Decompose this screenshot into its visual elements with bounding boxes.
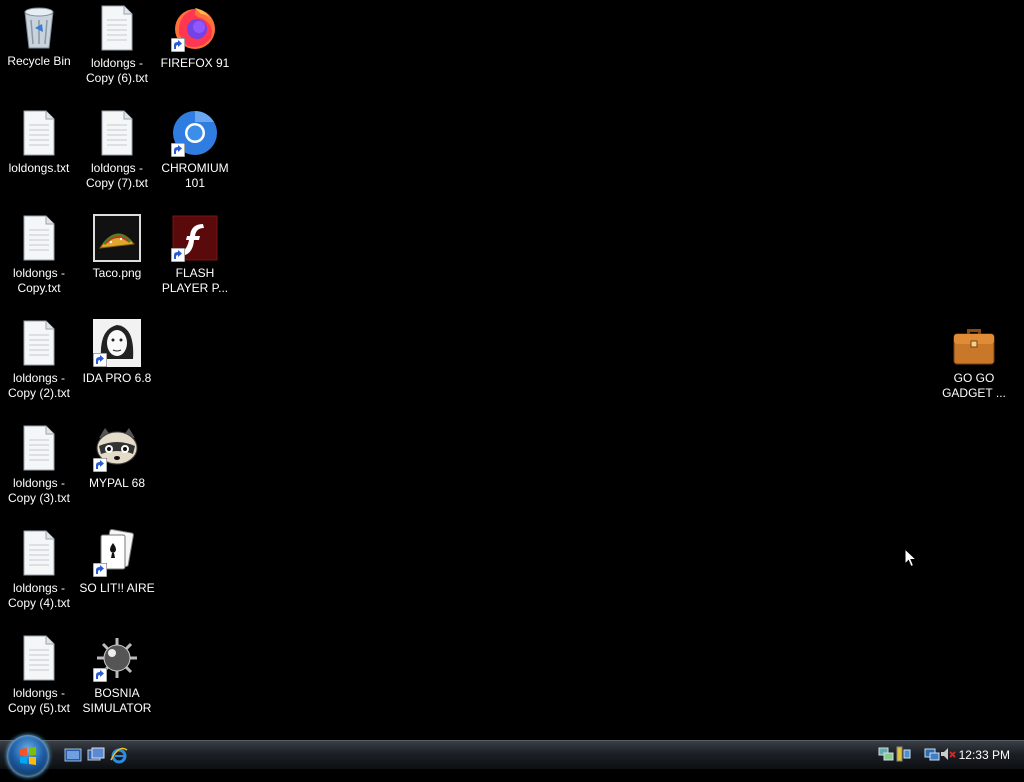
loldongs-txt-desktop-icon[interactable]: loldongs.txt	[0, 107, 78, 207]
devices-icon[interactable]	[895, 746, 911, 762]
chromium-label: CHROMIUM 101	[161, 161, 229, 190]
taskbar: 12:33 PM	[0, 735, 1024, 777]
firefox-label: FIREFOX 91	[160, 56, 230, 70]
recycle-bin-desktop-icon[interactable]: Recycle Bin	[0, 0, 78, 100]
shortcut-arrow-icon	[93, 668, 107, 682]
playing-cards-icon	[93, 528, 141, 577]
firefox-desktop-icon[interactable]: FIREFOX 91	[156, 2, 234, 102]
text-file-icon	[15, 424, 63, 472]
chromium-desktop-icon[interactable]: CHROMIUM 101	[156, 107, 234, 207]
solitaire-label: SO LIT!! AIRE	[79, 581, 155, 595]
chromium-icon	[171, 109, 219, 157]
shortcut-arrow-icon	[93, 458, 107, 472]
loldongs-copy7-txt-desktop-icon[interactable]: loldongs - Copy (7).txt	[78, 107, 156, 207]
shortcut-arrow-icon	[171, 143, 185, 157]
loldongs-copy4-txt-label: loldongs - Copy (4).txt	[7, 581, 70, 610]
text-file-icon	[15, 109, 63, 157]
shortcut-arrow-icon	[93, 353, 107, 367]
loldongs-txt-label: loldongs.txt	[8, 161, 70, 175]
mypal-desktop-icon[interactable]: MYPAL 68	[78, 422, 156, 522]
loldongs-copy7-txt-label: loldongs - Copy (7).txt	[85, 161, 148, 190]
go-go-gadget-desktop-icon[interactable]: GO GO GADGET ...	[935, 317, 1013, 417]
firefox-icon	[171, 4, 219, 52]
taco-png-label: Taco.png	[92, 266, 142, 280]
shortcut-arrow-icon	[171, 38, 185, 52]
loldongs-copy6-txt-label: loldongs - Copy (6).txt	[85, 56, 148, 85]
switch-windows-icon[interactable]	[87, 746, 105, 764]
loldongs-copy4-txt-desktop-icon[interactable]: loldongs - Copy (4).txt	[0, 527, 78, 627]
recycle-bin-label: Recycle Bin	[7, 54, 71, 68]
loldongs-copy2-txt-desktop-icon[interactable]: loldongs - Copy (2).txt	[0, 317, 78, 417]
ida-pro-desktop-icon[interactable]: IDA PRO 6.8	[78, 317, 156, 417]
loldongs-copy3-txt-label: loldongs - Copy (3).txt	[7, 476, 70, 505]
mine-icon	[93, 634, 141, 682]
windows-logo-icon	[20, 747, 36, 765]
system-tray: 12:33 PM	[864, 741, 1024, 769]
taskbar-clock[interactable]: 12:33 PM	[959, 748, 1010, 762]
shortcut-arrow-icon	[93, 563, 107, 577]
show-desktop-icon[interactable]	[64, 746, 82, 764]
taco-image-icon	[93, 214, 141, 262]
loldongs-copy6-txt-desktop-icon[interactable]: loldongs - Copy (6).txt	[78, 2, 156, 102]
loldongs-copy3-txt-desktop-icon[interactable]: loldongs - Copy (3).txt	[0, 422, 78, 522]
loldongs-copy5-txt-label: loldongs - Copy (5).txt	[7, 686, 70, 715]
loldongs-copy2-txt-label: loldongs - Copy (2).txt	[7, 371, 70, 400]
start-button[interactable]	[7, 735, 49, 777]
network-icon[interactable]	[878, 746, 894, 762]
desktop: Recycle Bin loldongs.txt loldongs - Copy…	[0, 0, 1024, 740]
recycle-bin-icon	[15, 2, 63, 50]
flash-player-desktop-icon[interactable]: FLASH PLAYER P...	[156, 212, 234, 312]
text-file-icon	[93, 4, 141, 52]
bosnia-simulator-desktop-icon[interactable]: BOSNIA SIMULATOR	[78, 632, 156, 732]
network-connection-icon[interactable]	[924, 746, 940, 762]
text-file-icon	[93, 109, 141, 157]
loldongs-copy-txt-label: loldongs - Copy.txt	[12, 266, 66, 295]
flash-player-icon	[171, 214, 219, 262]
text-file-icon	[15, 214, 63, 262]
text-file-icon	[15, 319, 63, 367]
volume-muted-icon[interactable]	[940, 746, 956, 762]
flash-player-label: FLASH PLAYER P...	[161, 266, 229, 295]
ida-pro-label: IDA PRO 6.8	[82, 371, 152, 385]
text-file-icon	[15, 634, 63, 682]
loldongs-copy5-txt-desktop-icon[interactable]: loldongs - Copy (5).txt	[0, 632, 78, 732]
internet-explorer-icon[interactable]	[110, 746, 128, 764]
mypal-label: MYPAL 68	[88, 476, 146, 490]
loldongs-copy-txt-desktop-icon[interactable]: loldongs - Copy.txt	[0, 212, 78, 312]
taco-png-desktop-icon[interactable]: Taco.png	[78, 212, 156, 312]
shortcut-arrow-icon	[171, 248, 185, 262]
briefcase-icon	[950, 319, 998, 367]
mouse-cursor-icon	[904, 548, 918, 568]
bosnia-simulator-label: BOSNIA SIMULATOR	[82, 686, 152, 715]
go-go-gadget-label: GO GO GADGET ...	[942, 371, 1006, 400]
raccoon-icon	[93, 424, 141, 472]
ida-pro-icon	[93, 319, 141, 367]
solitaire-desktop-icon[interactable]: SO LIT!! AIRE	[78, 527, 156, 627]
text-file-icon	[15, 529, 63, 577]
